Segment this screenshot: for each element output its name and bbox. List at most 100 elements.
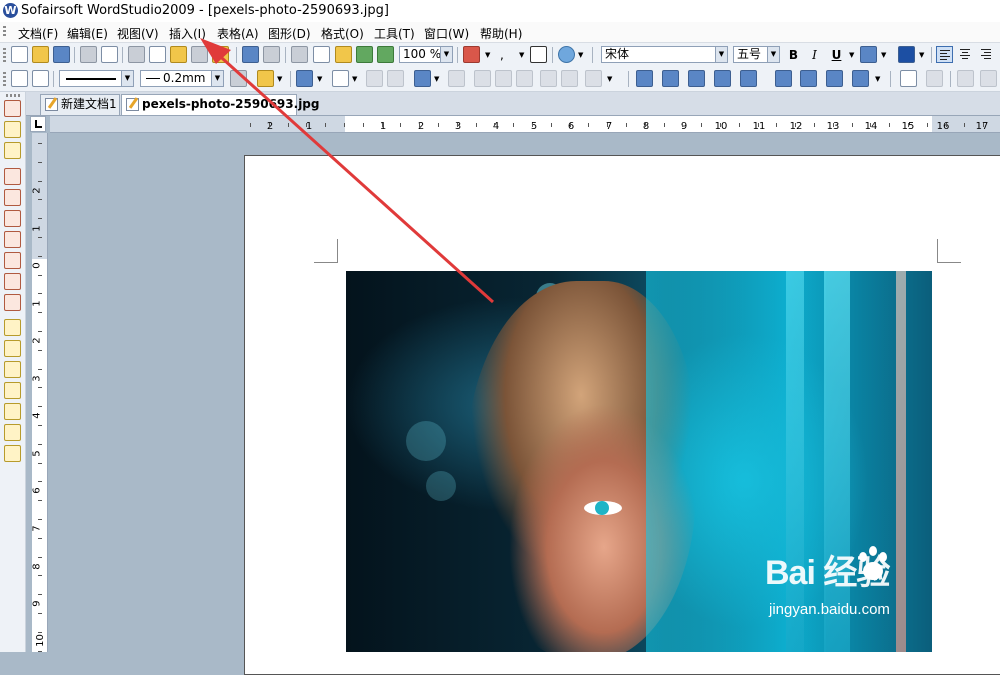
shape-polygon-icon[interactable] <box>775 70 792 87</box>
snap-icon[interactable] <box>4 210 21 227</box>
align-right-button[interactable] <box>978 46 995 63</box>
insert-table-icon[interactable] <box>414 70 431 87</box>
tab-pexels-photo[interactable]: pexels-photo-2590693.jpg <box>121 94 319 115</box>
link-icon[interactable] <box>4 142 21 159</box>
menu-insert[interactable]: 插入(I) <box>169 25 206 42</box>
chevron-down-icon[interactable]: ▼ <box>519 51 524 59</box>
chevron-down-icon[interactable]: ▼ <box>578 51 583 59</box>
edit-text-icon[interactable] <box>11 70 28 87</box>
vertical-ruler[interactable]: 2 1 0 1 2 3 4 5 6 7 8 9 10 <box>32 133 48 652</box>
group-icon[interactable] <box>926 70 943 87</box>
redo-icon[interactable] <box>263 46 280 63</box>
pencil-icon[interactable] <box>4 340 21 357</box>
font-color-icon[interactable] <box>898 46 915 63</box>
undo-icon[interactable] <box>242 46 259 63</box>
shape-triangle-icon[interactable] <box>662 70 679 87</box>
chevron-down-icon[interactable]: ▼ <box>875 75 880 83</box>
new-document-icon[interactable] <box>11 46 28 63</box>
grid-select-icon[interactable] <box>313 46 330 63</box>
cut-icon[interactable] <box>128 46 145 63</box>
line-break-icon[interactable] <box>530 46 547 63</box>
menu-tools[interactable]: 工具(T) <box>374 25 415 42</box>
magnet-icon[interactable] <box>4 100 21 117</box>
align-left-button[interactable] <box>936 46 953 63</box>
shape-arrow-icon[interactable] <box>800 70 817 87</box>
shape-star-icon[interactable] <box>852 70 869 87</box>
save-icon[interactable] <box>53 46 70 63</box>
print-icon[interactable] <box>80 46 97 63</box>
zoom-out-icon[interactable] <box>377 46 394 63</box>
pen-tool-icon[interactable] <box>291 46 308 63</box>
shape-line-icon[interactable] <box>740 70 757 87</box>
bring-forward-icon[interactable] <box>957 70 974 87</box>
pencil-icon[interactable] <box>4 445 21 462</box>
open-folder-icon[interactable] <box>32 46 49 63</box>
snap-grid-icon[interactable] <box>4 294 21 311</box>
chevron-down-icon[interactable]: ▼ <box>849 51 854 59</box>
shape-text-icon[interactable] <box>688 70 705 87</box>
snap-icon[interactable] <box>4 231 21 248</box>
menu-help[interactable]: 帮助(H) <box>480 25 522 42</box>
fill-color-icon[interactable] <box>296 70 313 87</box>
horizontal-ruler[interactable]: 211234567891011121314151617 <box>50 116 1000 133</box>
table-grid-icon[interactable] <box>366 70 383 87</box>
edit-frame-icon[interactable] <box>32 70 49 87</box>
text-spacing-icon[interactable] <box>860 46 877 63</box>
distribute-icon[interactable] <box>540 70 557 87</box>
delete-icon[interactable] <box>191 46 208 63</box>
sort-icon[interactable] <box>585 70 602 87</box>
help-icon[interactable] <box>558 46 575 63</box>
format-painter-icon[interactable] <box>212 46 229 63</box>
line-color-icon[interactable] <box>230 70 247 87</box>
chevron-down-icon[interactable]: ▼ <box>121 71 133 86</box>
chevron-down-icon[interactable]: ▼ <box>767 47 779 62</box>
align-bottom-icon[interactable] <box>516 70 533 87</box>
pencil-icon[interactable] <box>4 319 21 336</box>
menu-window[interactable]: 窗口(W) <box>424 25 469 42</box>
snap-icon[interactable] <box>4 168 21 185</box>
tab-stop-selector[interactable] <box>30 116 46 132</box>
line-width-select[interactable]: 0.2mm ▼ <box>140 70 224 87</box>
align-middle-icon[interactable] <box>495 70 512 87</box>
menu-document[interactable]: 文档(F) <box>18 25 58 42</box>
shape-style-icon[interactable] <box>257 70 274 87</box>
menu-format[interactable]: 格式(O) <box>321 25 364 42</box>
shape-curve-icon[interactable] <box>714 70 731 87</box>
menu-edit[interactable]: 编辑(E) <box>67 25 108 42</box>
zoom-in-icon[interactable] <box>356 46 373 63</box>
table-border-icon[interactable] <box>448 70 465 87</box>
font-name-select[interactable]: 宋体 ▼ <box>601 46 728 63</box>
align-center-button[interactable] <box>957 46 974 63</box>
pencil-icon[interactable] <box>4 424 21 441</box>
pencil-icon[interactable] <box>4 403 21 420</box>
chevron-down-icon[interactable]: ▼ <box>485 51 490 59</box>
pencil-icon[interactable] <box>4 382 21 399</box>
chevron-down-icon[interactable]: ▼ <box>607 75 612 83</box>
snap-icon[interactable] <box>4 189 21 206</box>
paste-icon[interactable] <box>170 46 187 63</box>
bold-button[interactable]: B <box>785 47 802 64</box>
distribute-vertical-icon[interactable] <box>561 70 578 87</box>
chevron-down-icon[interactable]: ▼ <box>881 51 886 59</box>
menu-table[interactable]: 表格(A) <box>217 25 259 42</box>
chevron-down-icon[interactable]: ▼ <box>440 47 452 62</box>
chevron-down-icon[interactable]: ▼ <box>715 47 727 62</box>
align-top-icon[interactable] <box>474 70 491 87</box>
menu-graphics[interactable]: 图形(D) <box>268 25 311 42</box>
print-preview-icon[interactable] <box>101 46 118 63</box>
shape-callout-icon[interactable] <box>826 70 843 87</box>
snap-icon[interactable] <box>4 252 21 269</box>
underline-button[interactable]: U <box>828 47 845 64</box>
tab-new-document[interactable]: 新建文档1 <box>40 94 120 115</box>
chevron-down-icon[interactable]: ▼ <box>434 75 439 83</box>
menu-view[interactable]: 视图(V) <box>117 25 159 42</box>
window-frame-icon[interactable] <box>332 70 349 87</box>
toolbar-grip-handle[interactable] <box>3 72 6 86</box>
toolbar-grip-handle[interactable] <box>6 94 20 97</box>
hand-pan-icon[interactable] <box>335 46 352 63</box>
chevron-down-icon[interactable]: ▼ <box>919 51 924 59</box>
toolbar-grip-handle[interactable] <box>3 48 6 62</box>
chevron-down-icon[interactable]: ▼ <box>277 75 282 83</box>
chevron-down-icon[interactable]: ▼ <box>317 75 322 83</box>
table-columns-icon[interactable] <box>387 70 404 87</box>
